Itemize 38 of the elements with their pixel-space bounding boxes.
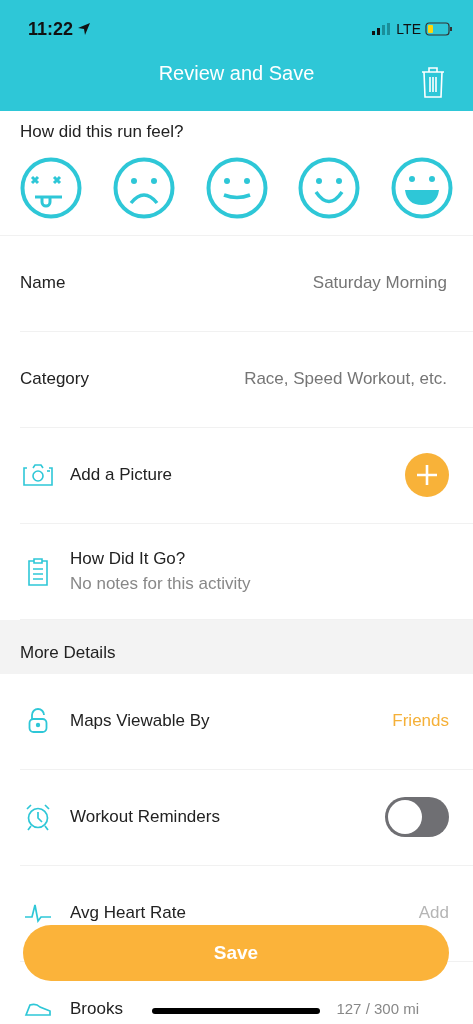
sad-face-icon[interactable] [112, 156, 175, 219]
row-subtitle: No notes for this activity [70, 573, 251, 595]
row-label: Add a Picture [70, 464, 173, 487]
pulse-icon [24, 903, 52, 923]
smiling-face-icon[interactable] [298, 156, 361, 219]
field-label: Category [20, 368, 89, 391]
row-value[interactable]: Add [418, 900, 449, 926]
section-header: More Details [20, 642, 116, 662]
neutral-face-icon[interactable] [205, 156, 268, 219]
location-arrow-icon [77, 22, 92, 36]
plus-icon [416, 464, 438, 486]
row-value[interactable]: Friends [392, 708, 449, 734]
text-field[interactable]: Race, Speed Workout, etc. [189, 365, 449, 393]
signal-icon [372, 23, 393, 35]
save-button[interactable]: Save [23, 925, 449, 981]
clipboard-icon [27, 556, 49, 586]
row-label: Workout Reminders [70, 806, 220, 829]
shoe-icon [24, 1001, 52, 1017]
add-button[interactable] [405, 453, 449, 497]
row-label: How Did It Go? [70, 547, 187, 570]
row-label: Avg Heart Rate [70, 902, 186, 925]
field-label: Name [20, 272, 66, 295]
toggle-switch[interactable] [385, 797, 449, 837]
alarm-clock-icon [25, 803, 51, 831]
battery-icon [425, 22, 453, 36]
laughing-face-icon[interactable] [391, 156, 453, 219]
row-value: 127 / 300 mi [336, 998, 419, 1019]
screen-title: Review and Save [158, 62, 315, 84]
dizzy-face-icon[interactable] [20, 156, 82, 219]
network-label: LTE [396, 19, 421, 39]
row-label: Brooks [70, 998, 123, 1021]
text-field[interactable]: Saturday Morning [189, 269, 449, 297]
delete-button[interactable] [421, 66, 445, 98]
camera-icon [23, 463, 53, 487]
row-label: Maps Viewable By [70, 710, 210, 733]
question-label: How did this run feel? [20, 122, 184, 141]
padlock-icon [28, 708, 48, 734]
status-time: 11:22 [28, 17, 74, 41]
